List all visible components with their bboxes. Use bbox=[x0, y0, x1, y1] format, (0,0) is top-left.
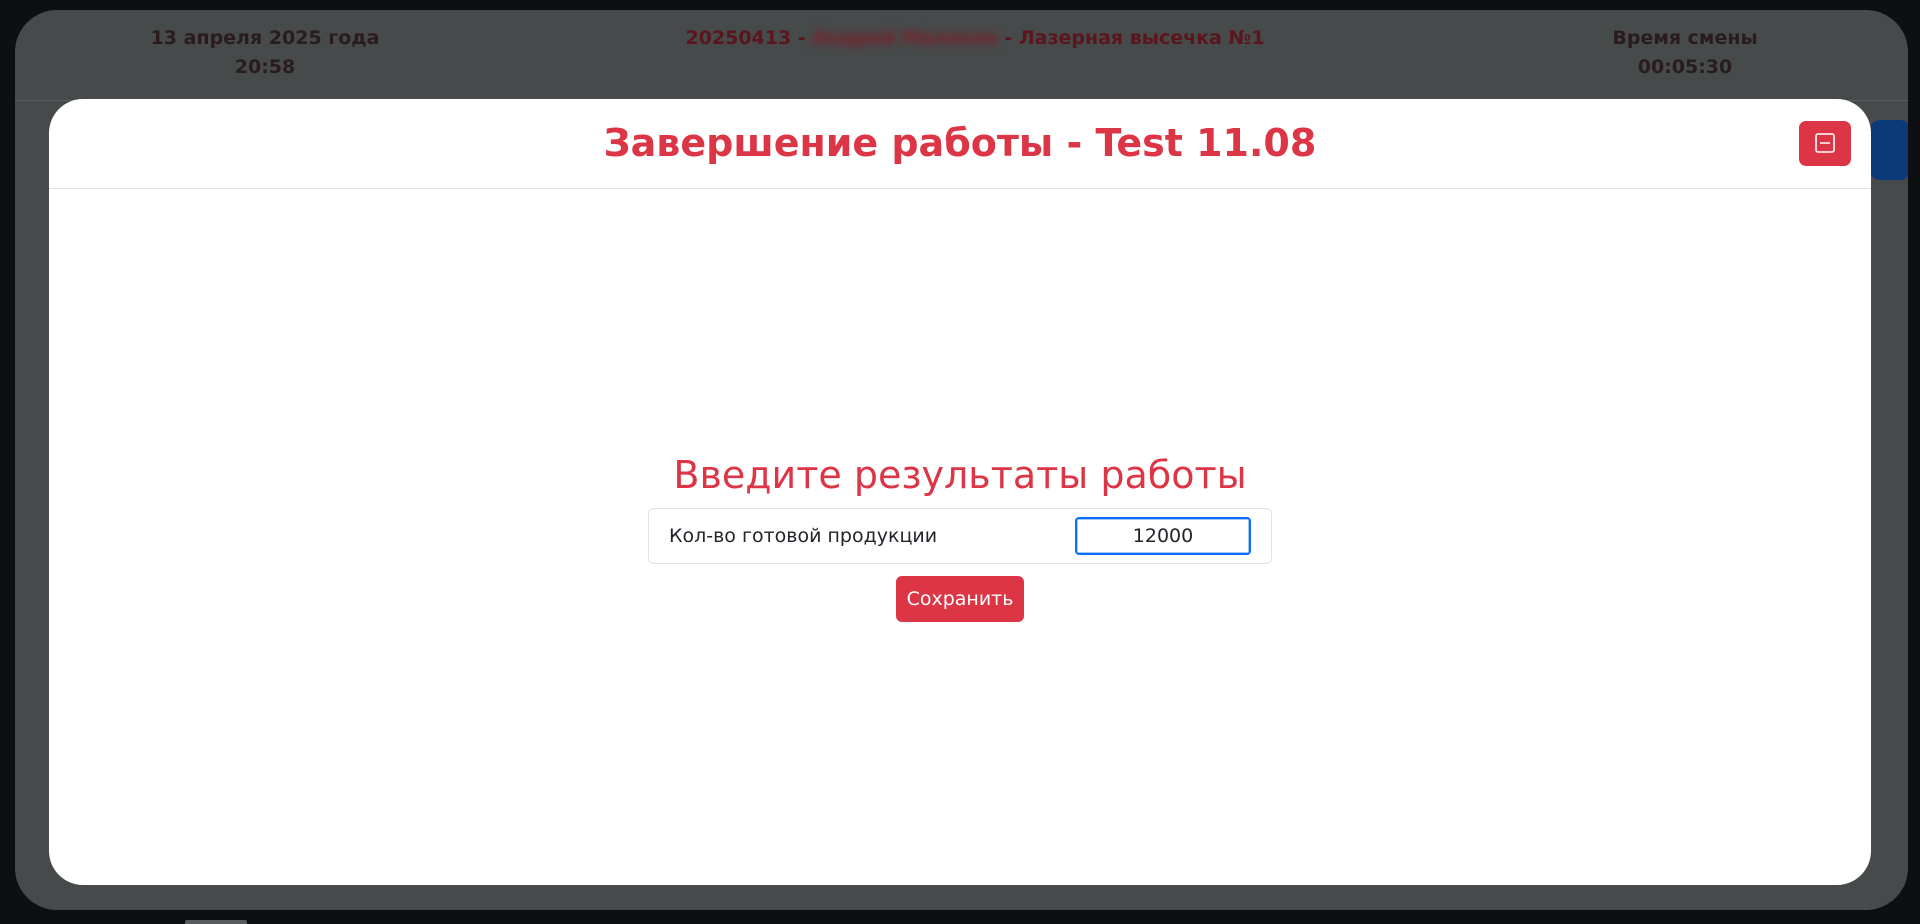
results-heading: Введите результаты работы bbox=[673, 453, 1247, 497]
background-blue-button bbox=[1870, 120, 1908, 180]
separator: - bbox=[997, 27, 1019, 49]
save-button[interactable]: Сохранить bbox=[896, 576, 1024, 622]
operator-name: Андрей Малахов bbox=[812, 27, 998, 49]
result-row: Кол-во готовой продукции bbox=[648, 508, 1272, 564]
background-bottom-tab bbox=[185, 920, 247, 924]
top-bar: 13 апреля 2025 года 20:58 20250413 - Анд… bbox=[15, 10, 1908, 101]
modal-title: Завершение работы - Test 11.08 bbox=[603, 121, 1317, 165]
minimize-button[interactable] bbox=[1799, 121, 1851, 166]
finished-products-label: Кол-во готовой продукции bbox=[669, 525, 938, 547]
shift-info: 20250413 - Андрей Малахов - Лазерная выс… bbox=[595, 24, 1355, 53]
current-time: 20:58 bbox=[234, 56, 296, 78]
current-date: 13 апреля 2025 года bbox=[150, 27, 380, 49]
modal-body: Введите результаты работы Кол-во готовой… bbox=[49, 189, 1871, 885]
separator: - bbox=[791, 27, 813, 49]
date-time-block: 13 апреля 2025 года 20:58 bbox=[135, 24, 395, 82]
modal-header: Завершение работы - Test 11.08 bbox=[49, 99, 1871, 189]
shift-timer-block: Время смены 00:05:30 bbox=[1555, 24, 1815, 82]
finished-products-input[interactable] bbox=[1075, 517, 1251, 555]
shift-time-label: Время смены bbox=[1612, 27, 1758, 49]
finish-work-modal: Завершение работы - Test 11.08 Введите р… bbox=[49, 99, 1871, 885]
minus-square-icon bbox=[1815, 133, 1835, 153]
shift-time-value: 00:05:30 bbox=[1637, 56, 1733, 78]
shift-code: 20250413 bbox=[685, 27, 792, 49]
station-name: Лазерная высечка №1 bbox=[1018, 27, 1265, 49]
